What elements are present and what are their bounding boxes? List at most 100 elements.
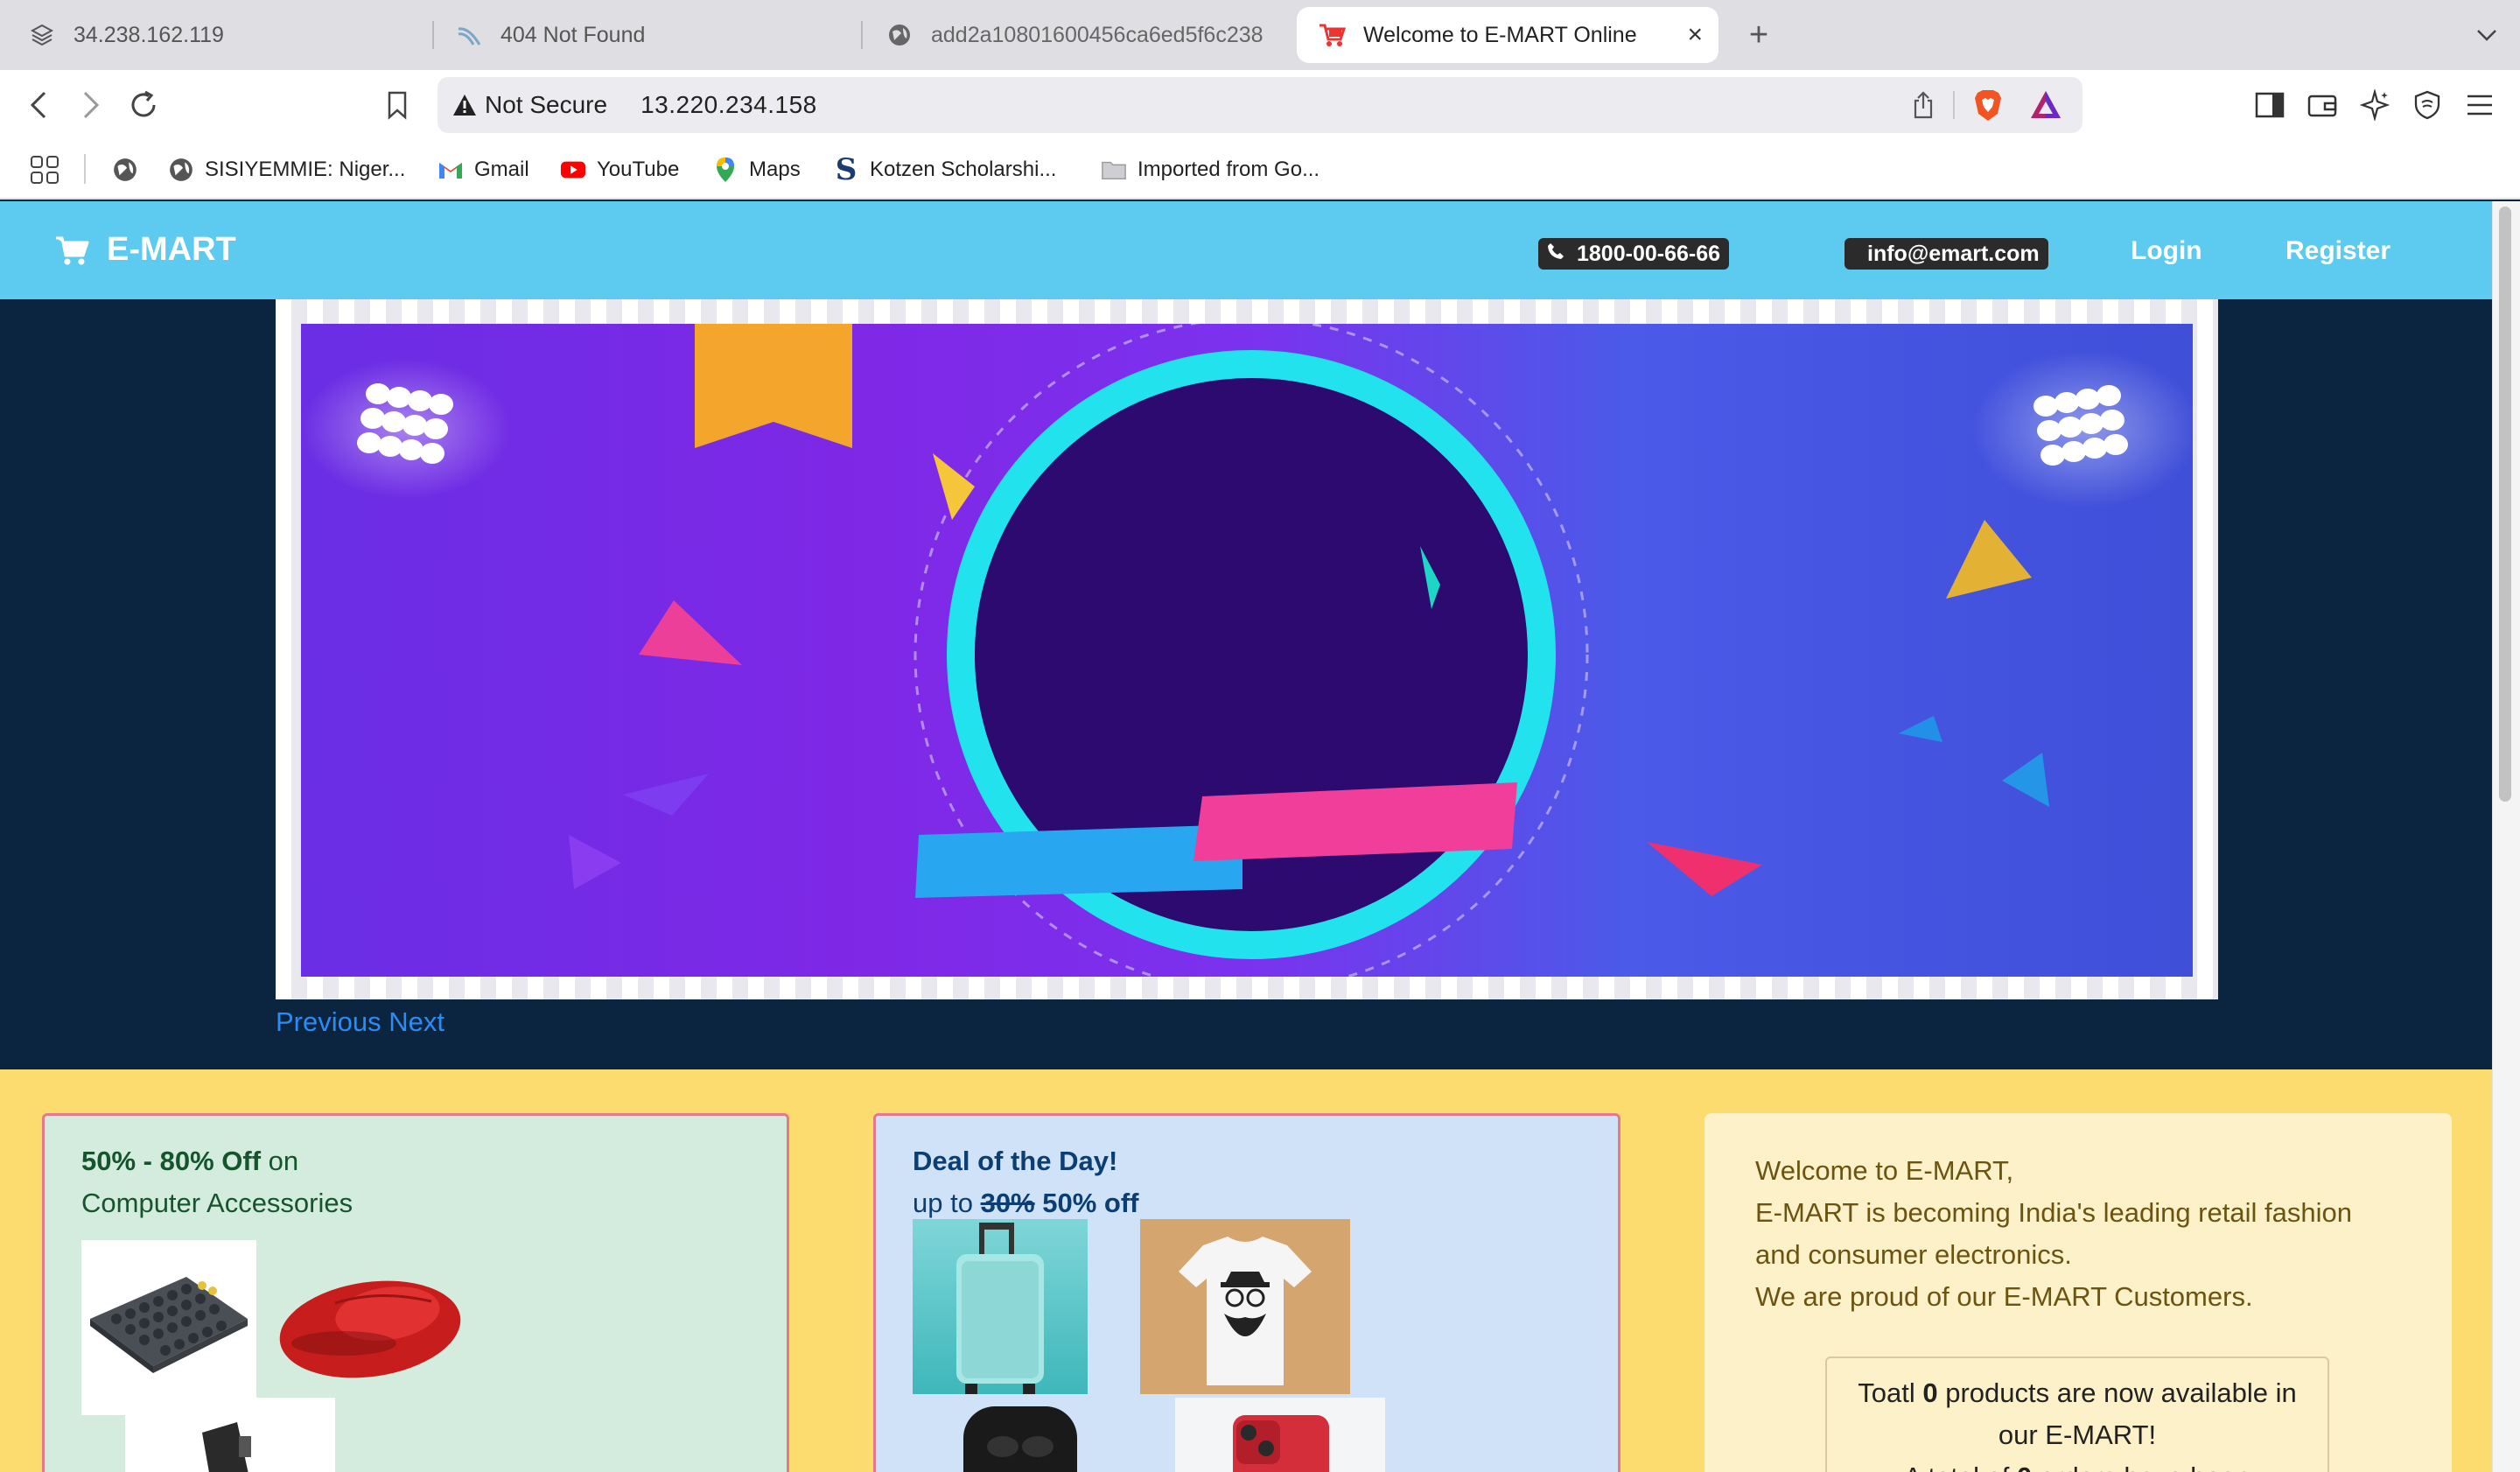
stage-light-left (301, 359, 511, 499)
store-stats-box: Toatl 0 products are now available in ou… (1825, 1356, 2329, 1472)
gmail-icon (438, 157, 464, 183)
bookmark-gmail[interactable]: Gmail (438, 154, 529, 186)
reload-icon[interactable] (122, 84, 164, 126)
tab-title: Welcome to E-MART Online (1363, 22, 1637, 47)
email-address: info@emart.com (1867, 241, 2040, 266)
carousel-controls: Previous Next (276, 1006, 444, 1038)
folder-icon (1101, 157, 1127, 183)
carousel-next-link[interactable]: Next (388, 1006, 444, 1037)
wallet-icon[interactable] (2301, 84, 2343, 126)
tshirt-image[interactable] (1140, 1219, 1350, 1394)
cart-icon (54, 235, 89, 266)
layers-icon (28, 21, 56, 49)
tab-strip: 34.238.162.119 404 Not Found add2a108016… (0, 0, 2520, 70)
leo-ai-icon[interactable] (2354, 84, 2396, 126)
sidebar-toggle-icon[interactable] (2249, 84, 2291, 126)
chevron-down-icon[interactable] (2469, 16, 2504, 54)
promo-card-deal-of-the-day[interactable]: Deal of the Day! up to 30% 50% off (873, 1113, 1620, 1472)
stats-prefix: Toatl (1858, 1377, 1915, 1408)
tab-emart-active[interactable]: Welcome to E-MART Online × (1297, 7, 1718, 63)
products-count: 0 (1922, 1377, 1938, 1408)
bookmark-youtube[interactable]: YouTube (560, 154, 679, 186)
welcome-panel: Welcome to E-MART, E-MART is becoming In… (1704, 1113, 2452, 1472)
keyboard-image[interactable] (81, 1240, 256, 1415)
carousel-prev-link[interactable]: Previous (276, 1006, 382, 1037)
maps-icon (712, 157, 738, 183)
welcome-line-3: and consumer electronics. (1755, 1239, 2072, 1270)
menu-icon[interactable] (2459, 84, 2501, 126)
url-text[interactable]: 13.220.234.158 (640, 91, 817, 119)
rewards-triangle-icon[interactable] (2028, 88, 2063, 123)
globe-bookmark-icon[interactable] (112, 154, 138, 186)
forward-icon[interactable] (70, 84, 112, 126)
deal-prefix: up to (913, 1188, 973, 1218)
page-scrollbar-thumb[interactable] (2499, 207, 2511, 802)
phone-image[interactable] (1175, 1398, 1385, 1472)
welcome-line-1: Welcome to E-MART, (1755, 1155, 2014, 1186)
browser-toolbar: Not Secure 13.220.234.158 (0, 70, 2520, 140)
bookmark-icon[interactable] (376, 84, 418, 126)
s-logo-icon: S (835, 152, 858, 187)
welcome-line-4: We are proud of our E-MART Customers. (1755, 1281, 2253, 1312)
tab-3[interactable]: add2a10801600456ca6ed5f6c238 (886, 7, 1279, 63)
deal-old-discount: 30% (980, 1188, 1035, 1218)
phone-number: 1800-00-66-66 (1577, 241, 1721, 266)
tab-title: add2a10801600456ca6ed5f6c238 (931, 22, 1264, 47)
bookmarks-bar: SISIYEMMIE: Niger... Gmail YouTube Maps … (0, 140, 2520, 200)
phone-icon (1547, 242, 1564, 265)
address-bar[interactable]: Not Secure 13.220.234.158 (438, 77, 2082, 133)
featured-section: 50% - 80% Off on Computer Accessories De… (0, 1069, 2492, 1472)
register-link[interactable]: Register (2286, 236, 2390, 266)
promo-subheading: Computer Accessories (81, 1188, 354, 1218)
bookmark-imported[interactable]: Imported from Go... (1101, 154, 1320, 186)
deal-new-discount: 50% off (1042, 1188, 1139, 1218)
apps-grid-icon[interactable] (30, 154, 60, 186)
orders-prefix: A total of (1904, 1461, 2010, 1472)
brand-logo[interactable]: E-MART (54, 231, 236, 269)
bookmark-kotzen[interactable]: S Kotzen Scholarshi... (833, 152, 1057, 187)
stats-line-2: our E-MART! (1998, 1419, 2157, 1450)
back-icon[interactable] (18, 84, 60, 126)
tab-1[interactable]: 34.238.162.119 (28, 7, 420, 63)
promo-suffix: on (268, 1146, 299, 1176)
security-label[interactable]: Not Secure (485, 91, 607, 119)
bookmark-label: Imported from Go... (1138, 158, 1320, 181)
bookmark-maps[interactable]: Maps (712, 154, 801, 186)
promo-banner-image (301, 324, 2193, 977)
products-count-line: Toatl 0 products are now available in (1827, 1372, 2328, 1414)
share-icon[interactable] (1908, 89, 1939, 121)
new-tab-button[interactable]: + (1741, 12, 1776, 58)
brand-name: E-MART (107, 231, 236, 268)
mouse-image[interactable] (256, 1240, 463, 1415)
bookmark-label: Maps (749, 158, 801, 181)
brave-shields-icon[interactable] (1970, 88, 2006, 123)
phone-badge: 1800-00-66-66 (1538, 238, 1730, 270)
stats-suffix: products are now available in (1945, 1377, 2297, 1408)
email-badge: info@emart.com (1844, 238, 2048, 270)
login-link[interactable]: Login (2131, 236, 2202, 266)
ribbon-shape (695, 324, 852, 448)
vpn-shield-icon[interactable] (2406, 84, 2448, 126)
wave-icon (455, 21, 483, 49)
bookmark-label: Kotzen Scholarshi... (870, 158, 1057, 181)
bookmark-label: YouTube (597, 158, 680, 181)
close-tab-icon[interactable]: × (1687, 20, 1703, 50)
bookmark-label: Gmail (474, 158, 529, 181)
bookmark-label: SISIYEMMIE: Niger... (205, 158, 406, 181)
deal-subtitle: up to 30% 50% off (913, 1188, 1139, 1219)
suitcase-image[interactable] (913, 1219, 1088, 1394)
bookmark-sisiyemmie[interactable]: SISIYEMMIE: Niger... (168, 154, 405, 186)
promo-heading: 50% - 80% Off on (81, 1146, 298, 1177)
adapter-image[interactable] (125, 1398, 335, 1472)
stage-light-right (1972, 350, 2193, 508)
tab-title: 34.238.162.119 (74, 22, 224, 47)
youtube-icon (560, 157, 586, 183)
promo-card-computer-accessories[interactable]: 50% - 80% Off on Computer Accessories (42, 1113, 789, 1472)
tab-2[interactable]: 404 Not Found (455, 7, 840, 63)
browser-window: 34.238.162.119 404 Not Found add2a108016… (0, 0, 2520, 1472)
welcome-line-2: E-MART is becoming India's leading retai… (1755, 1197, 2352, 1228)
deal-title: Deal of the Day! (913, 1146, 1118, 1176)
orders-suffix: orders have been (2040, 1461, 2250, 1472)
earbuds-image[interactable] (955, 1398, 1086, 1472)
globe-icon (886, 21, 914, 49)
